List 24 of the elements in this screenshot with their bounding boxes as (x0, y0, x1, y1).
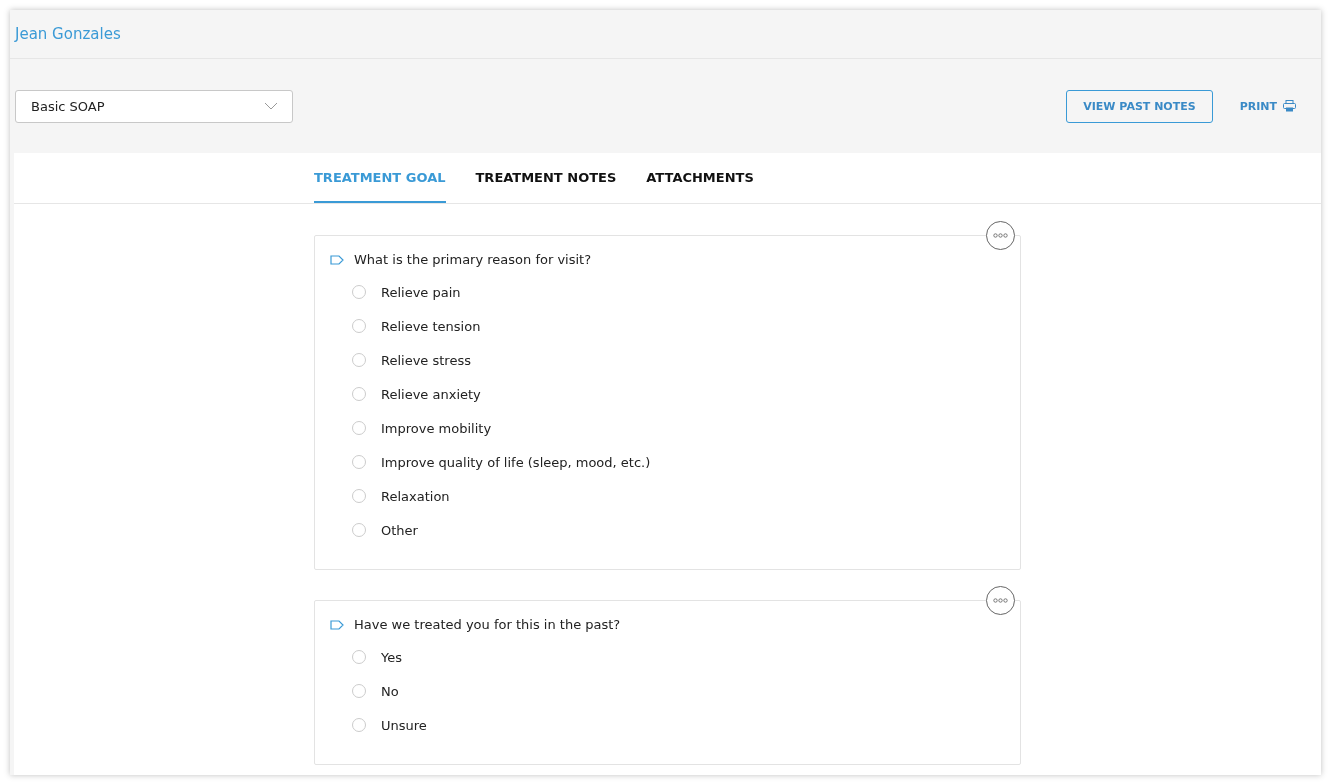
option-label[interactable]: No (381, 683, 399, 699)
option-label[interactable]: Other (381, 522, 418, 538)
option-label[interactable]: Relieve anxiety (381, 386, 481, 402)
option-label[interactable]: Relieve stress (381, 352, 471, 368)
tab[interactable]: ATTACHMENTS (646, 153, 754, 203)
tab[interactable]: TREATMENT NOTES (475, 153, 617, 203)
printer-icon (1283, 100, 1296, 112)
option-label[interactable]: Yes (381, 649, 402, 665)
option-label[interactable]: Improve quality of life (sleep, mood, etc.) (381, 454, 651, 470)
option-label[interactable]: Relieve pain (381, 284, 461, 300)
chevron-down-icon (264, 102, 278, 110)
question-text: Have we treated you for this in the past? (354, 617, 621, 632)
question-text: What is the primary reason for visit? (354, 252, 592, 267)
template-dropdown[interactable]: Basic SOAP (15, 89, 293, 123)
tag-icon (330, 254, 344, 265)
option-label[interactable]: Unsure (381, 717, 427, 733)
more-icon (993, 233, 1008, 238)
more-options-button[interactable] (986, 586, 1015, 615)
option-label[interactable]: Relieve tension (381, 318, 481, 334)
option-label[interactable]: Relaxation (381, 488, 450, 504)
more-options-button[interactable] (986, 221, 1015, 250)
option-label[interactable]: Improve mobility (381, 420, 492, 436)
more-icon (993, 598, 1008, 603)
tag-icon (330, 619, 344, 630)
